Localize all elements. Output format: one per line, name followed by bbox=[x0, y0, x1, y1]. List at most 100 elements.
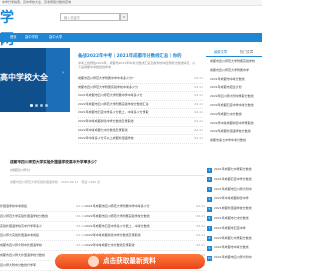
list-item[interactable]: 2022年成都市四川师范大学附属实验学校分数线 04-11 bbox=[85, 211, 205, 222]
list-item-date: 04-11 bbox=[74, 241, 85, 250]
list-item-title[interactable]: 2021年成都市四川师范大学附属中学中考多少分 bbox=[78, 92, 143, 100]
list-item-title[interactable]: 四川师大实验外国语中考成绩 bbox=[0, 233, 39, 237]
get-materials-button[interactable]: 点击获取最新资料 bbox=[55, 254, 205, 269]
list-item-title[interactable]: 2021年成都市四川师范大学附属中学中考多少分 bbox=[85, 204, 150, 208]
sidebar-item[interactable]: 2022年四川师大附中录取分数线 bbox=[206, 92, 262, 101]
banner-dot[interactable] bbox=[45, 104, 48, 107]
nav-item-high-school[interactable]: 高中学校 bbox=[25, 33, 38, 42]
list-item[interactable]: 四川师大实验外国语中考成绩 04-11 bbox=[0, 231, 85, 242]
sidebar: 最新文章 热门文章 成都市四川师范大学附属实验学校 成都市四川师范大学附属中学 … bbox=[206, 48, 262, 145]
list-item-title[interactable]: 2022年成都市四川师范大学附属实验学校分数线汇总 bbox=[78, 101, 149, 109]
ranking-item[interactable]: 4 2022年中考成都树德中学 bbox=[206, 194, 262, 204]
sidebar-item[interactable]: 成都市四川师范大学附属实验学校 bbox=[206, 57, 262, 66]
nav-item-university[interactable]: 高中大学 bbox=[49, 33, 62, 42]
sidebar-list: 成都市四川师范大学附属实验学校 成都市四川师范大学附属中学 2021年成都市中考… bbox=[206, 57, 262, 145]
search-button[interactable]: ⌕ bbox=[120, 13, 128, 21]
list-item[interactable]: 成都市四川师范大学附属中学中考多少分? 04-11 bbox=[78, 75, 203, 84]
list-item[interactable]: 四川师范大学实验外国语学校分数线 04-11 bbox=[0, 211, 85, 222]
main-nav: 首页 高中学校 高中大学 bbox=[0, 33, 262, 42]
nav-item-home[interactable]: 首页 bbox=[10, 33, 17, 42]
ranking-item[interactable]: 5 2021成都外国语学校分数线 bbox=[206, 204, 262, 214]
top-info-text: 中学升学指南，高中学校大全，高考录取分数线查询 bbox=[2, 0, 72, 4]
hero-banner[interactable]: 高中学校大全 bbox=[0, 48, 70, 112]
list-item[interactable]: 2022年中考成都树德中学分数线及录取线 04-11 bbox=[85, 231, 205, 242]
list-item-title[interactable]: 成都市四川师范大学附属中学中考多少分? bbox=[78, 75, 134, 83]
list-item-date: 04-11 bbox=[194, 118, 203, 123]
feature-summary: 中考上线预估2022年，成都市2021年中考分数线汇总及各学校中招录取分数线情况… bbox=[78, 61, 196, 70]
sidebar-item[interactable]: 2022年成都外国语学校分数线 bbox=[206, 127, 262, 136]
banner-dot[interactable] bbox=[30, 104, 33, 107]
divider bbox=[10, 175, 205, 176]
rank-title[interactable]: 2022年中考成都树德中学 bbox=[214, 196, 249, 200]
list-item-title[interactable]: 2022年中考成都七中分数线及录取线 bbox=[85, 243, 135, 247]
sidebar-item[interactable]: 2021年成都市中考分数线 bbox=[206, 75, 262, 84]
list-item-title[interactable]: 2021年成都市石室中学多少分能上，中考多少分录取 bbox=[78, 109, 149, 117]
sidebar-item[interactable]: 2022年成都七中分数线 bbox=[206, 110, 262, 119]
ranking-item[interactable]: 9 2021年成都市中考分数线 bbox=[206, 243, 262, 253]
list-item[interactable]: 成都市四川师大附中外国语学校 04-11 bbox=[0, 241, 85, 251]
rank-title[interactable]: 2021年成都市四川师大附中 bbox=[214, 187, 252, 191]
list-item[interactable]: 2021年成都市石室中学多少分能上，中考分数线 04-11 bbox=[85, 221, 205, 232]
rank-title[interactable]: 2021年成都市石室中学 bbox=[214, 226, 246, 230]
list-item-title[interactable]: 外国语学校中考成绩 bbox=[0, 204, 27, 208]
list-item-title[interactable]: 四川师范大学实验外国语学校分数线 bbox=[0, 214, 48, 218]
sidebar-item[interactable]: 2021年成都市招生计划 bbox=[206, 83, 262, 92]
ranking-item[interactable]: 2 2021年成都石室中学分数线 bbox=[206, 175, 262, 185]
tab-hot[interactable]: 热门文章 bbox=[240, 48, 253, 56]
rank-title[interactable]: 2021年成都石室中学分数线 bbox=[214, 177, 252, 181]
ranking-item[interactable]: 10 2021年成都市四川师大附中 bbox=[206, 253, 262, 263]
list-item-title[interactable]: 2022年成都市四川师范大学附属实验学校分数线 bbox=[85, 214, 150, 218]
list-item-title[interactable]: 2022年中考成都树德中学分数线及录取线 bbox=[78, 118, 134, 126]
list-item-title[interactable]: 成都市四川师范大学附属实验学校中考多少分 bbox=[78, 84, 138, 92]
tab-latest[interactable]: 最新文章 bbox=[214, 48, 227, 56]
rank-title[interactable]: 2022年成都七中录取分数线 bbox=[214, 236, 252, 240]
search-input[interactable]: 输入关键字 bbox=[60, 13, 120, 21]
cta-label: 点击获取最新资料 bbox=[103, 257, 156, 265]
banner-dot[interactable] bbox=[35, 104, 38, 107]
rank-title[interactable]: 2021年成都市中考分数线 bbox=[214, 245, 249, 249]
list-item[interactable]: 2022年中考成都七中分数线及录取线 04-11 bbox=[78, 127, 203, 136]
list-item-title[interactable]: 2021年成都市石室中学多少分能上，中考分数线 bbox=[85, 224, 150, 228]
rank-title[interactable]: 2021年成都市七中分数线 bbox=[214, 216, 249, 220]
sidebar-item[interactable]: 成都市四川师范大学附属中学 bbox=[206, 66, 262, 75]
site-logo[interactable]: 学网 bbox=[0, 7, 22, 48]
rank-title[interactable]: 2021成都外国语学校分数线 bbox=[214, 206, 252, 210]
rank-title[interactable]: 2021年成都七中录取分数线 bbox=[214, 167, 252, 171]
list-item[interactable]: 2021年成都市四川师范大学附属中学中考多少分 04-11 bbox=[78, 92, 203, 101]
feature-headline[interactable]: 备战2022年中考｜2021年成都市分数线汇总｜你的 bbox=[78, 53, 181, 59]
rank-title[interactable]: 2021年成都市四川师大附中 bbox=[214, 255, 252, 259]
list-item[interactable]: 2022年中考成都树德中学分数线及录取线 04-11 bbox=[78, 118, 203, 127]
list-item-title[interactable]: 2022年中考多少分可以上成都外国语学校 bbox=[78, 135, 134, 143]
ranking-item[interactable]: 6 2021年成都市七中分数线 bbox=[206, 214, 262, 224]
list-item-title[interactable]: 实验外国语学校高中升学率多少 bbox=[0, 224, 42, 228]
list-item[interactable]: 2022年中考多少分可以上成都外国语学校 04-11 bbox=[78, 135, 203, 144]
ranking-item[interactable]: 7 2021年成都市石室中学 bbox=[206, 224, 262, 234]
banner-title: 高中学校大全 bbox=[0, 73, 48, 82]
ranking-item[interactable]: 3 2021年成都市四川师大附中 bbox=[206, 185, 262, 195]
list-item-date: 04-11 bbox=[194, 136, 203, 141]
list-item-title[interactable]: 2022年中考成都七中分数线及录取线 bbox=[78, 127, 128, 135]
hand-pointer-icon bbox=[88, 256, 99, 267]
list-item[interactable]: 外国语学校中考成绩 04-11 bbox=[0, 202, 85, 212]
banner-dot[interactable] bbox=[40, 104, 43, 107]
list-item[interactable]: 2022年成都市四川师范大学附属实验学校分数线汇总 04-11 bbox=[78, 101, 203, 110]
ranking-list: 1 2021年成都七中录取分数线 2 2021年成都石室中学分数线 3 2021年成都… bbox=[206, 165, 262, 263]
list-item[interactable]: 2021年成都市四川师范大学附属中学中考多少分 04-11 bbox=[85, 202, 205, 212]
list-item[interactable]: 2021年成都市石室中学多少分能上，中考多少分录取 04-11 bbox=[78, 109, 203, 118]
sidebar-item[interactable]: 成都市第七中学中考分数线 bbox=[206, 136, 262, 145]
sidebar-item[interactable]: 2022年成都石室中学中考分数线 bbox=[206, 101, 262, 110]
list-item-date: 04-11 bbox=[74, 211, 85, 221]
list-item-title[interactable]: 成都市四川师大附中外国语学校 bbox=[0, 243, 42, 247]
article-title[interactable]: 成都市四川师范大学实验外国语学校高中升学率多少？ bbox=[10, 160, 205, 165]
ranking-item[interactable]: 8 2022年成都七中录取分数线 bbox=[206, 234, 262, 244]
rank-number: 9 bbox=[207, 245, 212, 251]
ranking-item[interactable]: 1 2021年成都七中录取分数线 bbox=[206, 165, 262, 175]
list-item-title[interactable]: 2022年中考成都树德中学分数线及录取线 bbox=[85, 233, 141, 237]
banner-next-arrow-icon[interactable]: › bbox=[62, 70, 64, 76]
sidebar-item[interactable]: 2022年中考成都树德中学录取线 bbox=[206, 119, 262, 128]
list-item[interactable]: 2022年中考成都七中分数线及录取线 04-11 bbox=[85, 241, 205, 251]
list-item-title[interactable]: 四川师大附中分数线升学率 bbox=[0, 263, 36, 267]
list-item-title[interactable]: 成都市四川师大外国语学校分数线 bbox=[0, 253, 45, 257]
list-item[interactable]: 实验外国语学校高中升学率多少 04-11 bbox=[0, 221, 85, 232]
list-item[interactable]: 成都市四川师范大学附属实验学校中考多少分 04-11 bbox=[78, 84, 203, 93]
